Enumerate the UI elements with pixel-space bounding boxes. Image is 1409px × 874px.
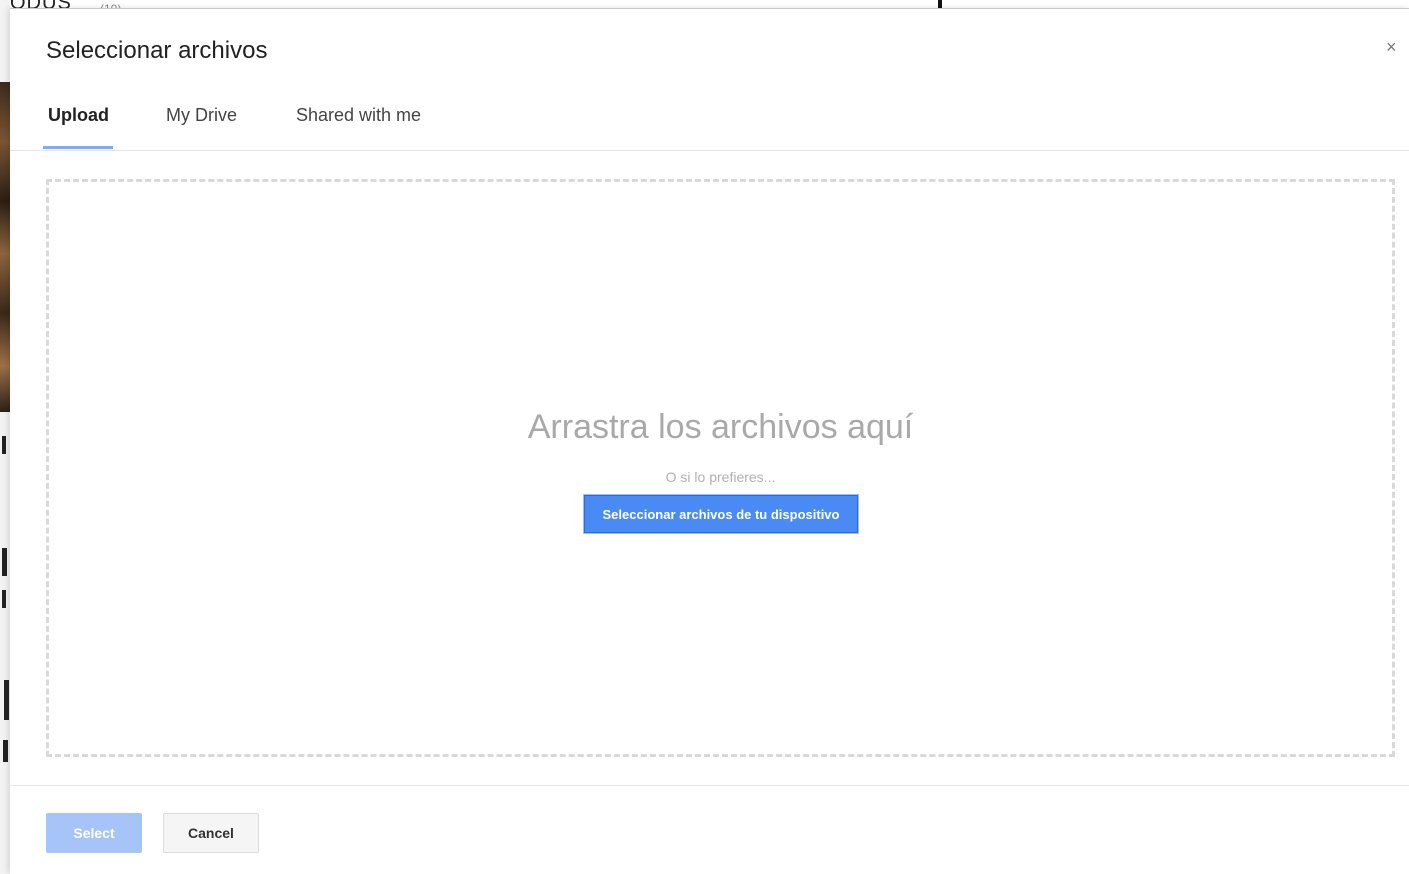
background-text-fragment [2, 590, 6, 608]
background-text-fragment [2, 548, 7, 576]
select-button[interactable]: Select [46, 813, 142, 853]
tab-upload[interactable]: Upload [48, 105, 109, 146]
tab-bar: Upload My Drive Shared with me [10, 91, 1409, 151]
dialog-title: Seleccionar archivos [46, 37, 268, 64]
tab-shared-with-me[interactable]: Shared with me [296, 105, 421, 146]
background-tick [938, 0, 942, 8]
close-icon[interactable]: × [1386, 37, 1397, 57]
file-picker-dialog: Seleccionar archivos × Upload My Drive S… [10, 8, 1409, 874]
background-text-fragment [4, 680, 9, 720]
drop-zone-subtitle: O si lo prefieres... [665, 469, 776, 485]
dialog-footer: Select Cancel [10, 785, 1409, 874]
select-from-device-button[interactable]: Seleccionar archivos de tu dispositivo [584, 495, 858, 533]
background-text-fragment [2, 436, 6, 454]
drop-zone[interactable]: Arrastra los archivos aquí O si lo prefi… [46, 179, 1395, 757]
cancel-button[interactable]: Cancel [163, 813, 259, 853]
tab-my-drive[interactable]: My Drive [166, 105, 237, 146]
active-tab-indicator [43, 146, 113, 149]
drop-zone-title: Arrastra los archivos aquí [527, 408, 914, 446]
background-text-fragment [3, 740, 8, 762]
background-image [0, 82, 10, 412]
